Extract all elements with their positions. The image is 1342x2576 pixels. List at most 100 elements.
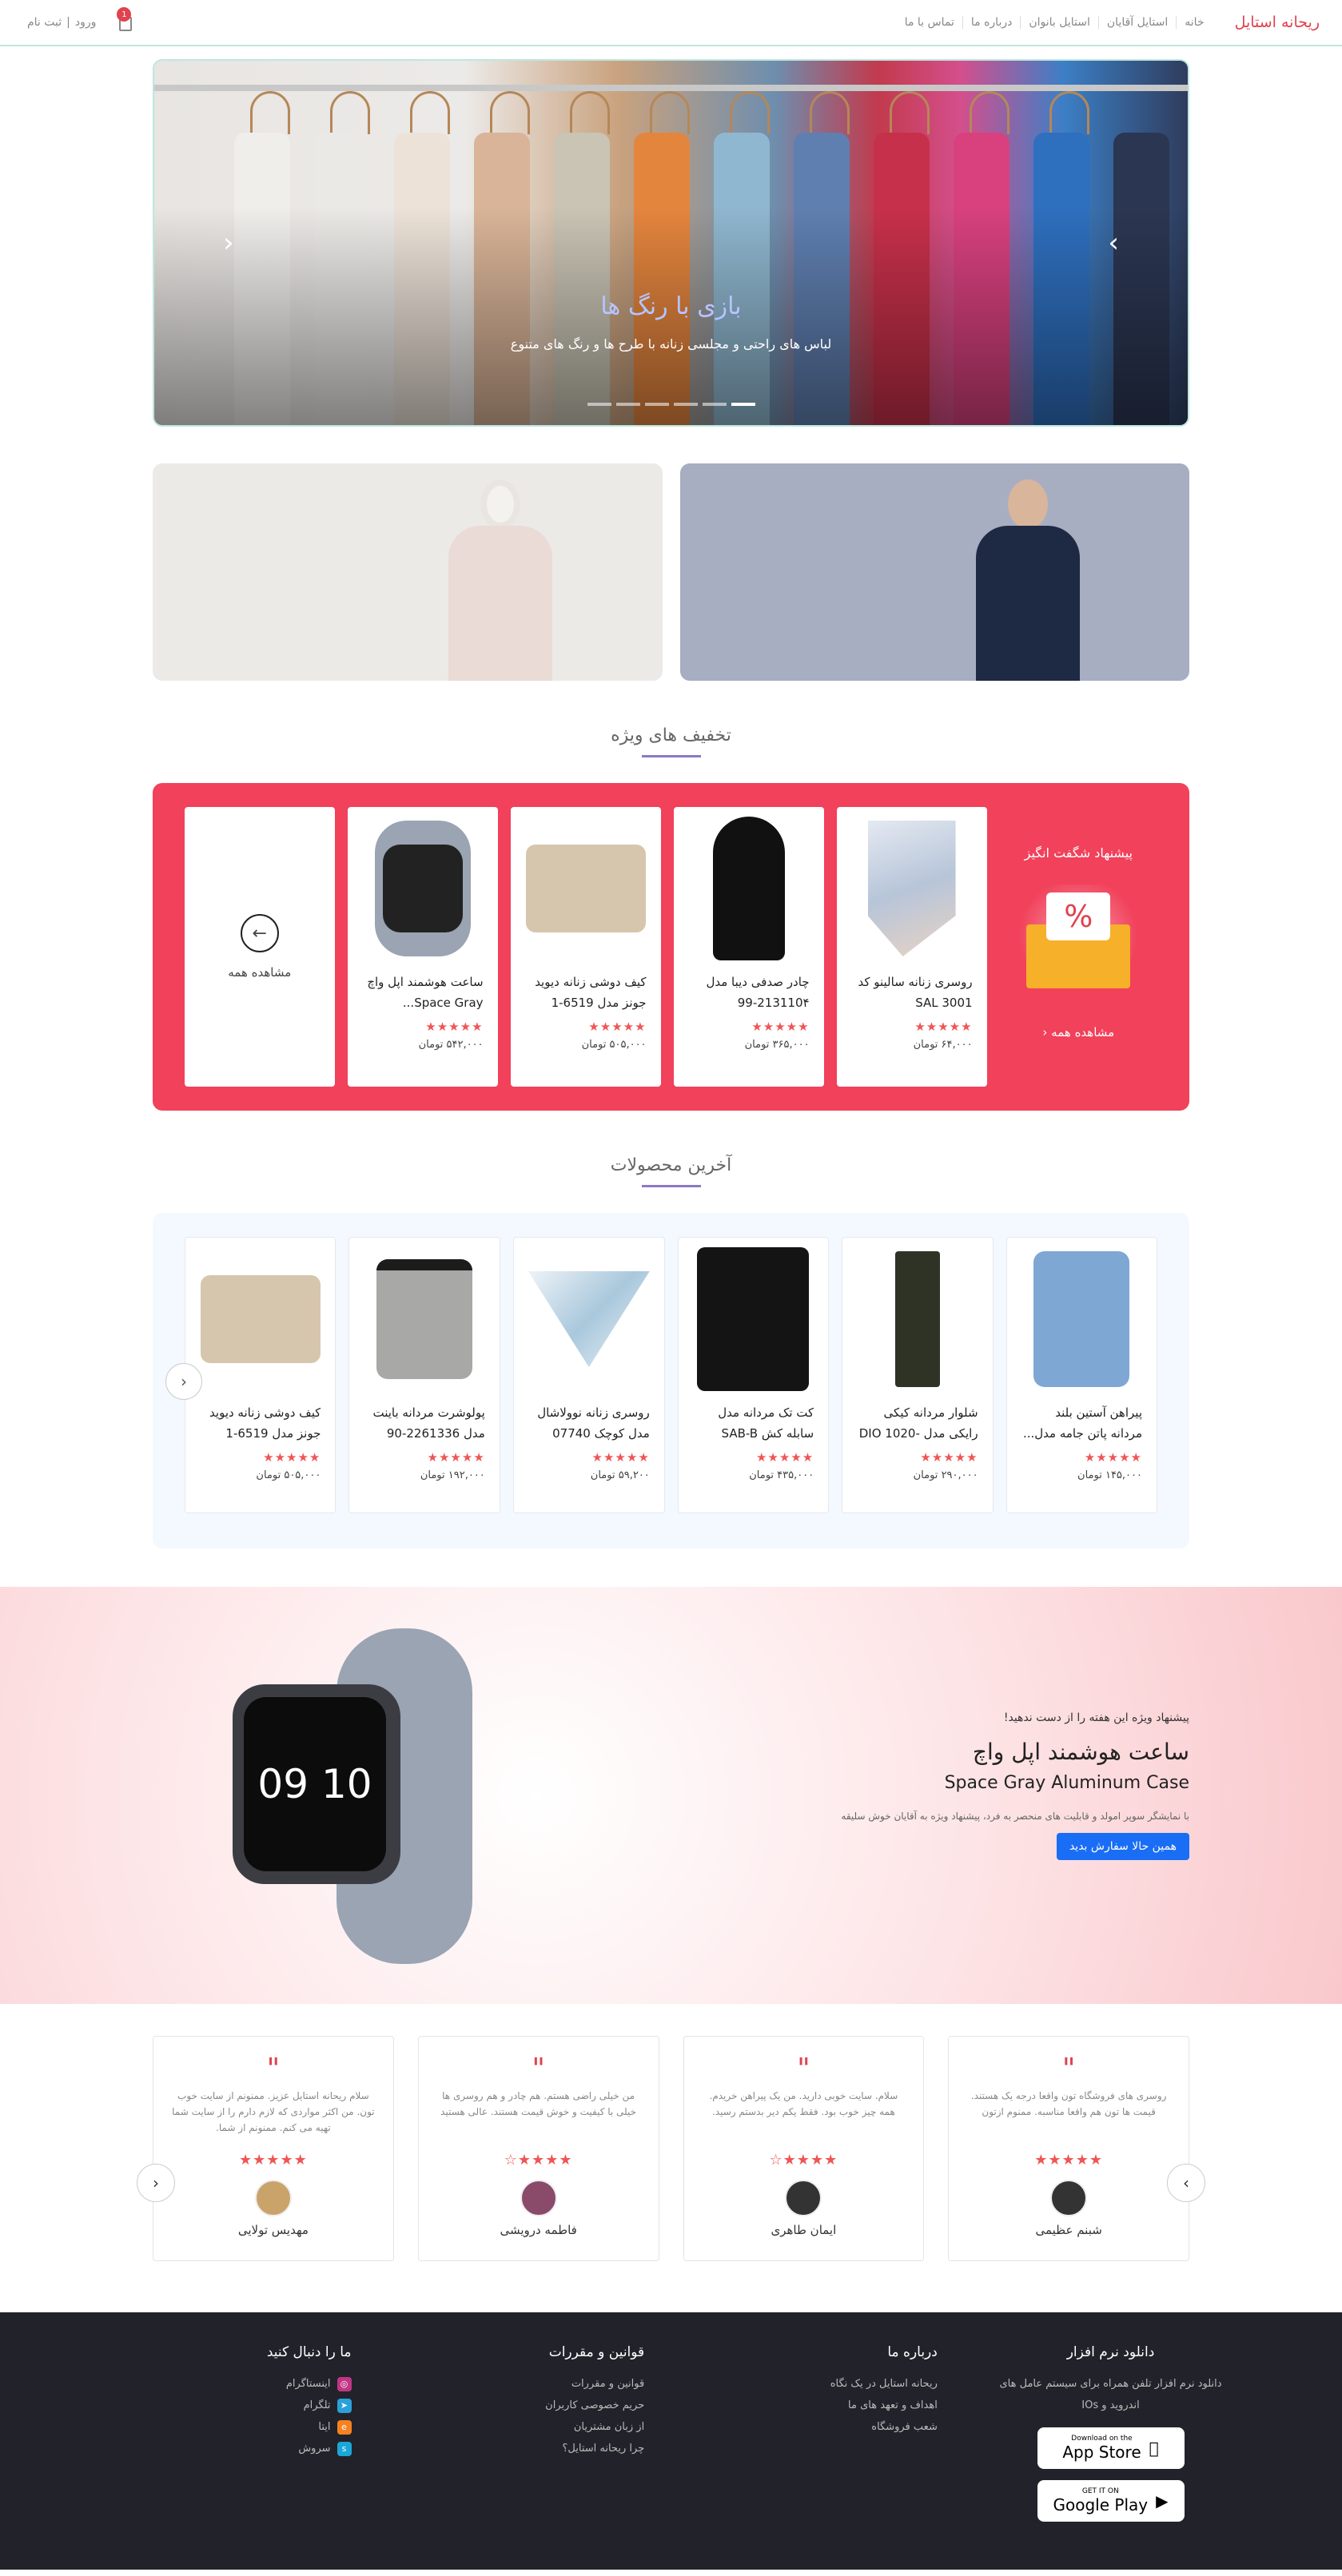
product-price: ۶۴,۰۰۰ تومان: [913, 1039, 973, 1051]
hero-prev-icon[interactable]: ‹: [223, 227, 234, 259]
product-name[interactable]: شلوار مردانه کیکی رایکی مدل DIO 1020-04: [857, 1402, 978, 1445]
women-banner[interactable]: [153, 463, 663, 681]
promo-see-all[interactable]: مشاهده همه ‹: [1042, 1025, 1114, 1040]
hero-dot[interactable]: [673, 403, 698, 406]
hero-slider[interactable]: ‹ › بازی با رنگ ها لباس های راحتی و مجلس…: [153, 59, 1189, 427]
nav-men[interactable]: استایل آقایان: [1097, 16, 1176, 29]
jacket-icon: [693, 1244, 814, 1394]
rating-stars: ★★★★★: [751, 1020, 810, 1034]
deals-title: تخفیف های ویژه: [153, 725, 1189, 757]
social-eitaa[interactable]: e ایتا: [112, 2416, 352, 2438]
nav-women[interactable]: استایل بانوان: [1020, 16, 1098, 29]
order-now-button[interactable]: همین حالا سفارش بدید: [1056, 1833, 1189, 1860]
reviews-prev-icon[interactable]: ‹: [137, 2164, 175, 2202]
footer-link[interactable]: چرا ریحانه استایل؟: [404, 2438, 645, 2459]
hero-dot[interactable]: [615, 403, 640, 406]
product-card[interactable]: شلوار مردانه کیکی رایکی مدل DIO 1020-04 …: [842, 1237, 994, 1513]
product-card[interactable]: کت تک مردانه مدل سابله کش SAB-B ★★★★★ ۴۳…: [677, 1237, 830, 1513]
footer-link[interactable]: از زبان مشتریان: [404, 2416, 644, 2438]
watch-case: 10 09: [233, 1684, 400, 1884]
product-card[interactable]: کیف دوشی زنانه دیوید جونز مدل 6519-1 ★★★…: [184, 1237, 336, 1513]
feature-text: پیشنهاد ویژه این هفته را از دست ندهید! س…: [774, 1711, 1189, 1860]
hero-subtitle: لباس های راحتی و مجلسی زنانه با طرح ها و…: [510, 336, 832, 352]
product-name[interactable]: ساعت هوشمند اپل واچ Space Gray...: [362, 972, 483, 1015]
feature-description: با نمایشگر سوپر امولد و قابلیت های منحصر…: [841, 1811, 1189, 1822]
avatar: [1050, 2180, 1088, 2216]
cart-button[interactable]: 1: [117, 7, 134, 31]
login-link[interactable]: ورود: [70, 16, 102, 29]
nav-home[interactable]: خانه: [1176, 16, 1212, 29]
product-name[interactable]: روسری زنانه سالینو کد SAL 3001: [851, 972, 972, 1015]
quote-icon: ": [797, 2053, 810, 2085]
deal-card[interactable]: چادر صدفی دیبا مدل 213110۴-99 ★★★★★ ۳۶۵,…: [673, 807, 824, 1087]
google-play-button[interactable]: ▶ GET IT ON Google Play: [1037, 2480, 1185, 2522]
eitaa-icon: e: [336, 2419, 352, 2435]
footer-link[interactable]: ریحانه استایل در یک نگاه: [698, 2373, 938, 2395]
product-name[interactable]: روسری زنانه نوولاشال مدل کوچک 07740: [528, 1402, 650, 1445]
register-link[interactable]: ثبت نام: [22, 16, 66, 29]
footer-columns: دانلود نرم افزار دانلود نرم افزار تلفن ه…: [112, 2344, 1231, 2522]
product-price: ۴۳۵,۰۰۰ تومان: [749, 1469, 814, 1481]
men-banner[interactable]: [679, 463, 1189, 681]
product-name[interactable]: کت تک مردانه مدل سابله کش SAB-B: [693, 1402, 814, 1445]
polo-icon: [364, 1244, 484, 1394]
product-card[interactable]: پیراهن آستین بلند مردانه پاتن جامه مدل..…: [1006, 1237, 1157, 1513]
feature-tagline: پیشنهاد ویژه این هفته را از دست ندهید!: [1003, 1711, 1189, 1724]
apple-icon: : [1149, 2439, 1159, 2458]
promo-title: پیشنهاد شگفت انگیز: [1024, 845, 1133, 861]
hero-next-icon[interactable]: ›: [1108, 227, 1119, 259]
bag-icon: [525, 813, 647, 964]
deal-card[interactable]: کیف دوشی زنانه دیوید جونز مدل 6519-1 ★★★…: [510, 807, 661, 1087]
hero-dot[interactable]: [731, 403, 755, 406]
product-name[interactable]: پولوشرت مردانه باینت مدل 2261336-90: [364, 1402, 484, 1445]
deal-card[interactable]: روسری زنانه سالینو کد SAL 3001 ★★★★★ ۶۴,…: [836, 807, 987, 1087]
view-all-card[interactable]: ← مشاهده همه: [184, 807, 335, 1087]
nav-about[interactable]: درباره ما: [962, 16, 1020, 29]
product-name[interactable]: کیف دوشی زنانه دیوید جونز مدل 6519-1: [525, 972, 646, 1015]
product-card[interactable]: روسری زنانه نوولاشال مدل کوچک 07740 ★★★★…: [512, 1237, 665, 1513]
deal-card[interactable]: ساعت هوشمند اپل واچ Space Gray... ★★★★★ …: [347, 807, 498, 1087]
model-head: [1007, 479, 1048, 529]
product-name[interactable]: کیف دوشی زنانه دیوید جونز مدل 6519-1: [200, 1402, 321, 1445]
brand-logo[interactable]: ریحانه استایل: [1235, 14, 1320, 31]
rating-stars: ★★★★★: [914, 1020, 973, 1034]
social-telegram[interactable]: ➤ تلگرام: [112, 2395, 352, 2416]
product-price: ۱۴۵,۰۰۰ تومان: [1077, 1469, 1142, 1481]
avatar: [254, 2180, 292, 2216]
man-model-image: [968, 473, 1088, 681]
reviewer-name: شبنم عظیمی: [1035, 2223, 1102, 2237]
product-name[interactable]: پیراهن آستین بلند مردانه پاتن جامه مدل..…: [1021, 1402, 1142, 1445]
footer-link[interactable]: اهداف و تعهد های ما: [698, 2395, 938, 2416]
product-card[interactable]: پولوشرت مردانه باینت مدل 2261336-90 ★★★★…: [348, 1237, 500, 1513]
footer-link[interactable]: قوانین و مقررات: [404, 2373, 644, 2395]
social-instagram[interactable]: ◎ اینستاگرام: [112, 2373, 352, 2395]
bag-icon: [200, 1244, 321, 1394]
review-text: روسری های فروشگاه تون واقعا درجه یک هستن…: [970, 2090, 1167, 2117]
feature-title: ساعت هوشمند اپل واچ: [972, 1739, 1189, 1765]
main-nav: خانه استایل آقایان استایل بانوان درباره …: [897, 16, 1213, 29]
hero-dot[interactable]: [702, 403, 727, 406]
app-store-label: App Store: [1062, 2443, 1146, 2462]
social-label: ایتا: [318, 2421, 331, 2433]
feature-inner: پیشنهاد ویژه این هفته را از دست ندهید! س…: [153, 1587, 1189, 2004]
hero-dot[interactable]: [587, 403, 611, 406]
footer-follow: ما را دنبال کنید ◎ اینستاگرام ➤ تلگرام e ای…: [112, 2344, 352, 2522]
app-store-button[interactable]:  Download on theApp Store: [1037, 2427, 1185, 2469]
hero-dot[interactable]: [644, 403, 669, 406]
footer-link[interactable]: شعب فروشگاه: [698, 2416, 938, 2438]
review-card: " من خیلی راضی هستم. هم چادر و هم روسری …: [417, 2036, 659, 2261]
reviews-next-icon[interactable]: ›: [1167, 2164, 1205, 2202]
nav-contact[interactable]: تماس با ما: [897, 16, 962, 29]
carousel-prev-icon[interactable]: ‹: [165, 1363, 202, 1400]
featured-product: پیشنهاد ویژه این هفته را از دست ندهید! س…: [0, 1587, 1342, 2004]
footer-app-title: دانلود نرم افزار: [1066, 2344, 1155, 2360]
product-name[interactable]: چادر صدفی دیبا مدل 213110۴-99: [688, 972, 809, 1015]
product-price: ۳۶۵,۰۰۰ تومان: [744, 1039, 810, 1051]
latest-title: آخرین محصولات: [153, 1155, 1189, 1187]
reviewer-name: ایمان طاهری: [771, 2223, 837, 2237]
app-store-small: Download on the: [1071, 2435, 1137, 2443]
footer-about-title: درباره ما: [887, 2344, 938, 2360]
social-soroush[interactable]: s سروش: [112, 2438, 352, 2459]
review-card: " سلام. سایت خوبی دارید. من یک پیراهن خر…: [683, 2036, 925, 2261]
footer-link[interactable]: حریم خصوصی کاربران: [404, 2395, 644, 2416]
